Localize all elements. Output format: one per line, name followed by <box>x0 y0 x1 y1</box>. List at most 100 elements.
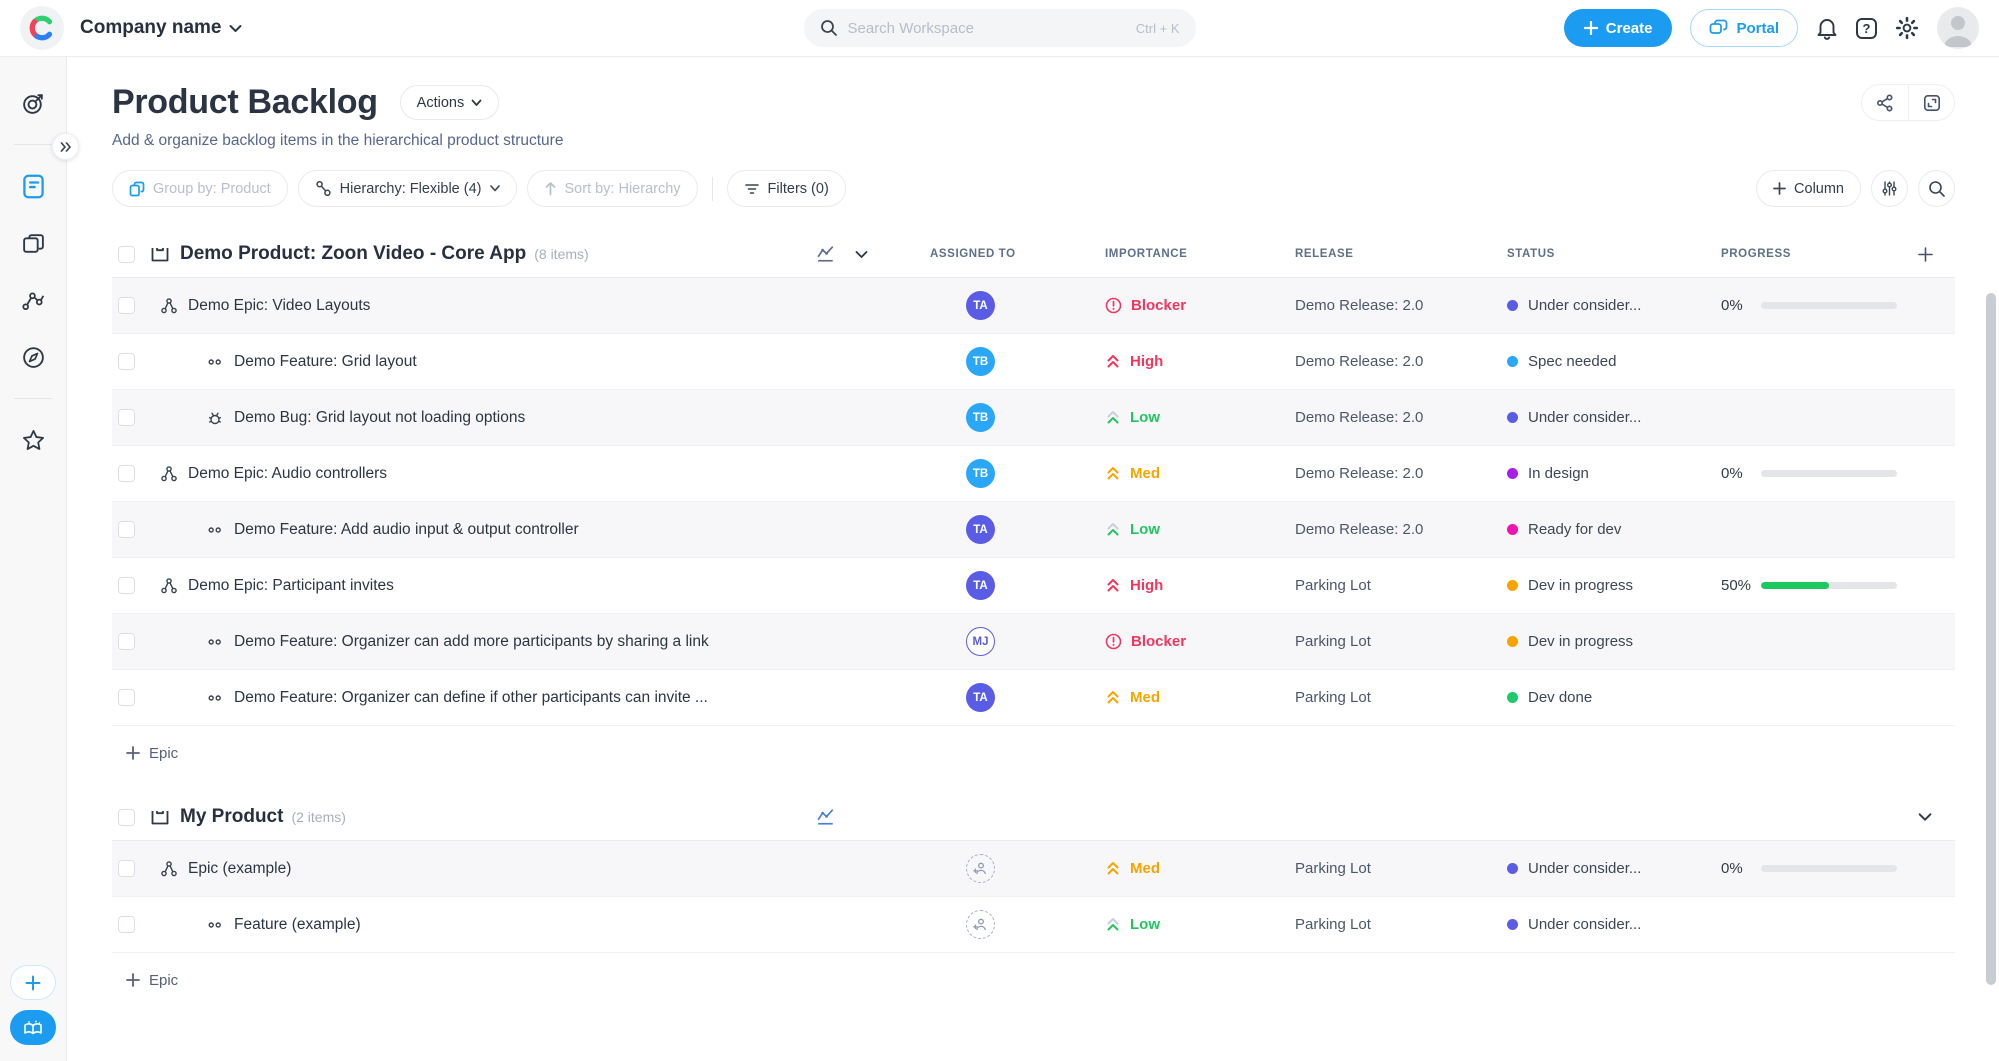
item-title[interactable]: Epic (example) <box>188 860 291 878</box>
importance-cell[interactable]: Med <box>1077 670 1267 725</box>
importance-cell[interactable]: Blocker <box>1077 278 1267 333</box>
row-checkbox[interactable] <box>118 577 135 594</box>
status-cell[interactable]: Under consider... <box>1479 841 1701 896</box>
status-cell[interactable]: Spec needed <box>1479 334 1701 389</box>
add-column-button[interactable]: Column <box>1756 170 1861 207</box>
item-title[interactable]: Demo Feature: Organizer can define if ot… <box>234 689 708 707</box>
release-cell[interactable]: Demo Release: 2.0 <box>1267 390 1479 445</box>
assignee-avatar[interactable] <box>966 854 995 883</box>
importance-cell[interactable]: High <box>1077 334 1267 389</box>
portal-button[interactable]: Portal <box>1690 9 1798 47</box>
view-settings-button[interactable] <box>1871 170 1908 207</box>
table-row[interactable]: Demo Bug: Grid layout not loading option… <box>112 390 1955 446</box>
hierarchy-pill[interactable]: Hierarchy: Flexible (4) <box>298 170 517 207</box>
fullscreen-button[interactable] <box>1908 85 1954 120</box>
column-header-release[interactable]: RELEASE <box>1267 231 1479 277</box>
group-title[interactable]: Demo Product: Zoon Video - Core App <box>180 243 526 265</box>
release-cell[interactable]: Demo Release: 2.0 <box>1267 502 1479 557</box>
table-row[interactable]: Demo Epic: Video Layouts TA Blocker Demo… <box>112 278 1955 334</box>
item-title[interactable]: Demo Epic: Audio controllers <box>188 465 387 483</box>
workspace-switcher[interactable]: Company name <box>80 17 242 39</box>
group-checkbox[interactable] <box>118 809 135 826</box>
item-title[interactable]: Demo Bug: Grid layout not loading option… <box>234 409 525 427</box>
row-checkbox[interactable] <box>118 521 135 538</box>
item-title[interactable]: Demo Feature: Grid layout <box>234 353 417 371</box>
add-epic-button[interactable]: Epic <box>112 953 1955 1007</box>
workspace-search[interactable]: Ctrl + K <box>804 9 1196 47</box>
importance-cell[interactable]: Low <box>1077 502 1267 557</box>
status-cell[interactable]: Under consider... <box>1479 390 1701 445</box>
share-button[interactable] <box>1862 85 1908 120</box>
create-button[interactable]: Create <box>1564 9 1673 47</box>
table-row[interactable]: Demo Feature: Organizer can add more par… <box>112 614 1955 670</box>
release-cell[interactable]: Demo Release: 2.0 <box>1267 446 1479 501</box>
user-avatar[interactable] <box>1937 7 1979 49</box>
settings-button[interactable] <box>1895 16 1919 40</box>
table-row[interactable]: Demo Epic: Audio controllers TB Med Demo… <box>112 446 1955 502</box>
table-row[interactable]: Epic (example) Med Parking Lot <box>112 841 1955 897</box>
status-cell[interactable]: Under consider... <box>1479 278 1701 333</box>
release-cell[interactable]: Demo Release: 2.0 <box>1267 334 1479 389</box>
status-cell[interactable]: Under consider... <box>1479 897 1701 952</box>
group-title[interactable]: My Product <box>180 806 283 828</box>
whats-new-button[interactable] <box>10 1010 56 1045</box>
table-row[interactable]: Demo Feature: Organizer can define if ot… <box>112 670 1955 726</box>
release-cell[interactable]: Parking Lot <box>1267 670 1479 725</box>
filters-pill[interactable]: Filters (0) <box>727 170 846 207</box>
sidebar-item-backlog-active[interactable] <box>13 166 53 206</box>
notifications-button[interactable] <box>1816 17 1838 40</box>
group-checkbox[interactable] <box>118 246 135 263</box>
release-cell[interactable]: Parking Lot <box>1267 614 1479 669</box>
group-by-pill[interactable]: Group by: Product <box>112 170 288 207</box>
group-chart-icon[interactable] <box>817 245 835 263</box>
table-search-button[interactable] <box>1918 170 1955 207</box>
add-column-icon[interactable] <box>1918 247 1933 262</box>
column-header-importance[interactable]: IMPORTANCE <box>1077 231 1267 277</box>
status-cell[interactable]: Ready for dev <box>1479 502 1701 557</box>
assignee-avatar[interactable]: TB <box>966 459 995 488</box>
add-epic-button[interactable]: Epic <box>112 726 1955 780</box>
item-title[interactable]: Demo Feature: Organizer can add more par… <box>234 633 709 651</box>
importance-cell[interactable]: Low <box>1077 897 1267 952</box>
sidebar-item-items[interactable] <box>13 223 53 263</box>
table-row[interactable]: Feature (example) Low Parking Lot <box>112 897 1955 953</box>
sidebar-item-dependencies[interactable] <box>13 280 53 320</box>
expand-sidebar-button[interactable] <box>52 133 79 160</box>
vertical-scrollbar[interactable] <box>1986 293 1996 985</box>
item-title[interactable]: Demo Epic: Video Layouts <box>188 297 370 315</box>
release-cell[interactable]: Parking Lot <box>1267 897 1479 952</box>
status-cell[interactable]: In design <box>1479 446 1701 501</box>
column-header-assigned[interactable]: ASSIGNED TO <box>902 231 1077 277</box>
importance-cell[interactable]: High <box>1077 558 1267 613</box>
release-cell[interactable]: Parking Lot <box>1267 841 1479 896</box>
assignee-avatar[interactable]: TA <box>966 515 995 544</box>
release-cell[interactable]: Parking Lot <box>1267 558 1479 613</box>
row-checkbox[interactable] <box>118 353 135 370</box>
table-row[interactable]: Demo Feature: Grid layout TB High Demo R… <box>112 334 1955 390</box>
assignee-avatar[interactable]: TA <box>966 291 995 320</box>
assignee-avatar[interactable]: TA <box>966 683 995 712</box>
status-cell[interactable]: Dev in progress <box>1479 558 1701 613</box>
status-cell[interactable]: Dev done <box>1479 670 1701 725</box>
row-checkbox[interactable] <box>118 689 135 706</box>
assignee-avatar[interactable] <box>966 910 995 939</box>
row-checkbox[interactable] <box>118 465 135 482</box>
collapse-group-chevron-icon[interactable] <box>1918 812 1932 822</box>
importance-cell[interactable]: Low <box>1077 390 1267 445</box>
row-checkbox[interactable] <box>118 633 135 650</box>
row-checkbox[interactable] <box>118 297 135 314</box>
item-title[interactable]: Demo Epic: Participant invites <box>188 577 394 595</box>
sidebar-item-discovery[interactable] <box>13 337 53 377</box>
sort-by-pill[interactable]: Sort by: Hierarchy <box>527 170 698 207</box>
sidebar-item-goals[interactable] <box>13 83 53 123</box>
importance-cell[interactable]: Med <box>1077 841 1267 896</box>
actions-button[interactable]: Actions <box>400 85 500 120</box>
assignee-avatar[interactable]: TB <box>966 403 995 432</box>
search-input[interactable] <box>848 20 1126 37</box>
app-logo[interactable] <box>20 6 64 50</box>
sidebar-item-favorites[interactable] <box>13 420 53 460</box>
collapse-group-chevron-icon[interactable] <box>855 250 868 259</box>
importance-cell[interactable]: Med <box>1077 446 1267 501</box>
group-chart-icon[interactable] <box>817 808 835 826</box>
help-button[interactable]: ? <box>1856 18 1877 39</box>
